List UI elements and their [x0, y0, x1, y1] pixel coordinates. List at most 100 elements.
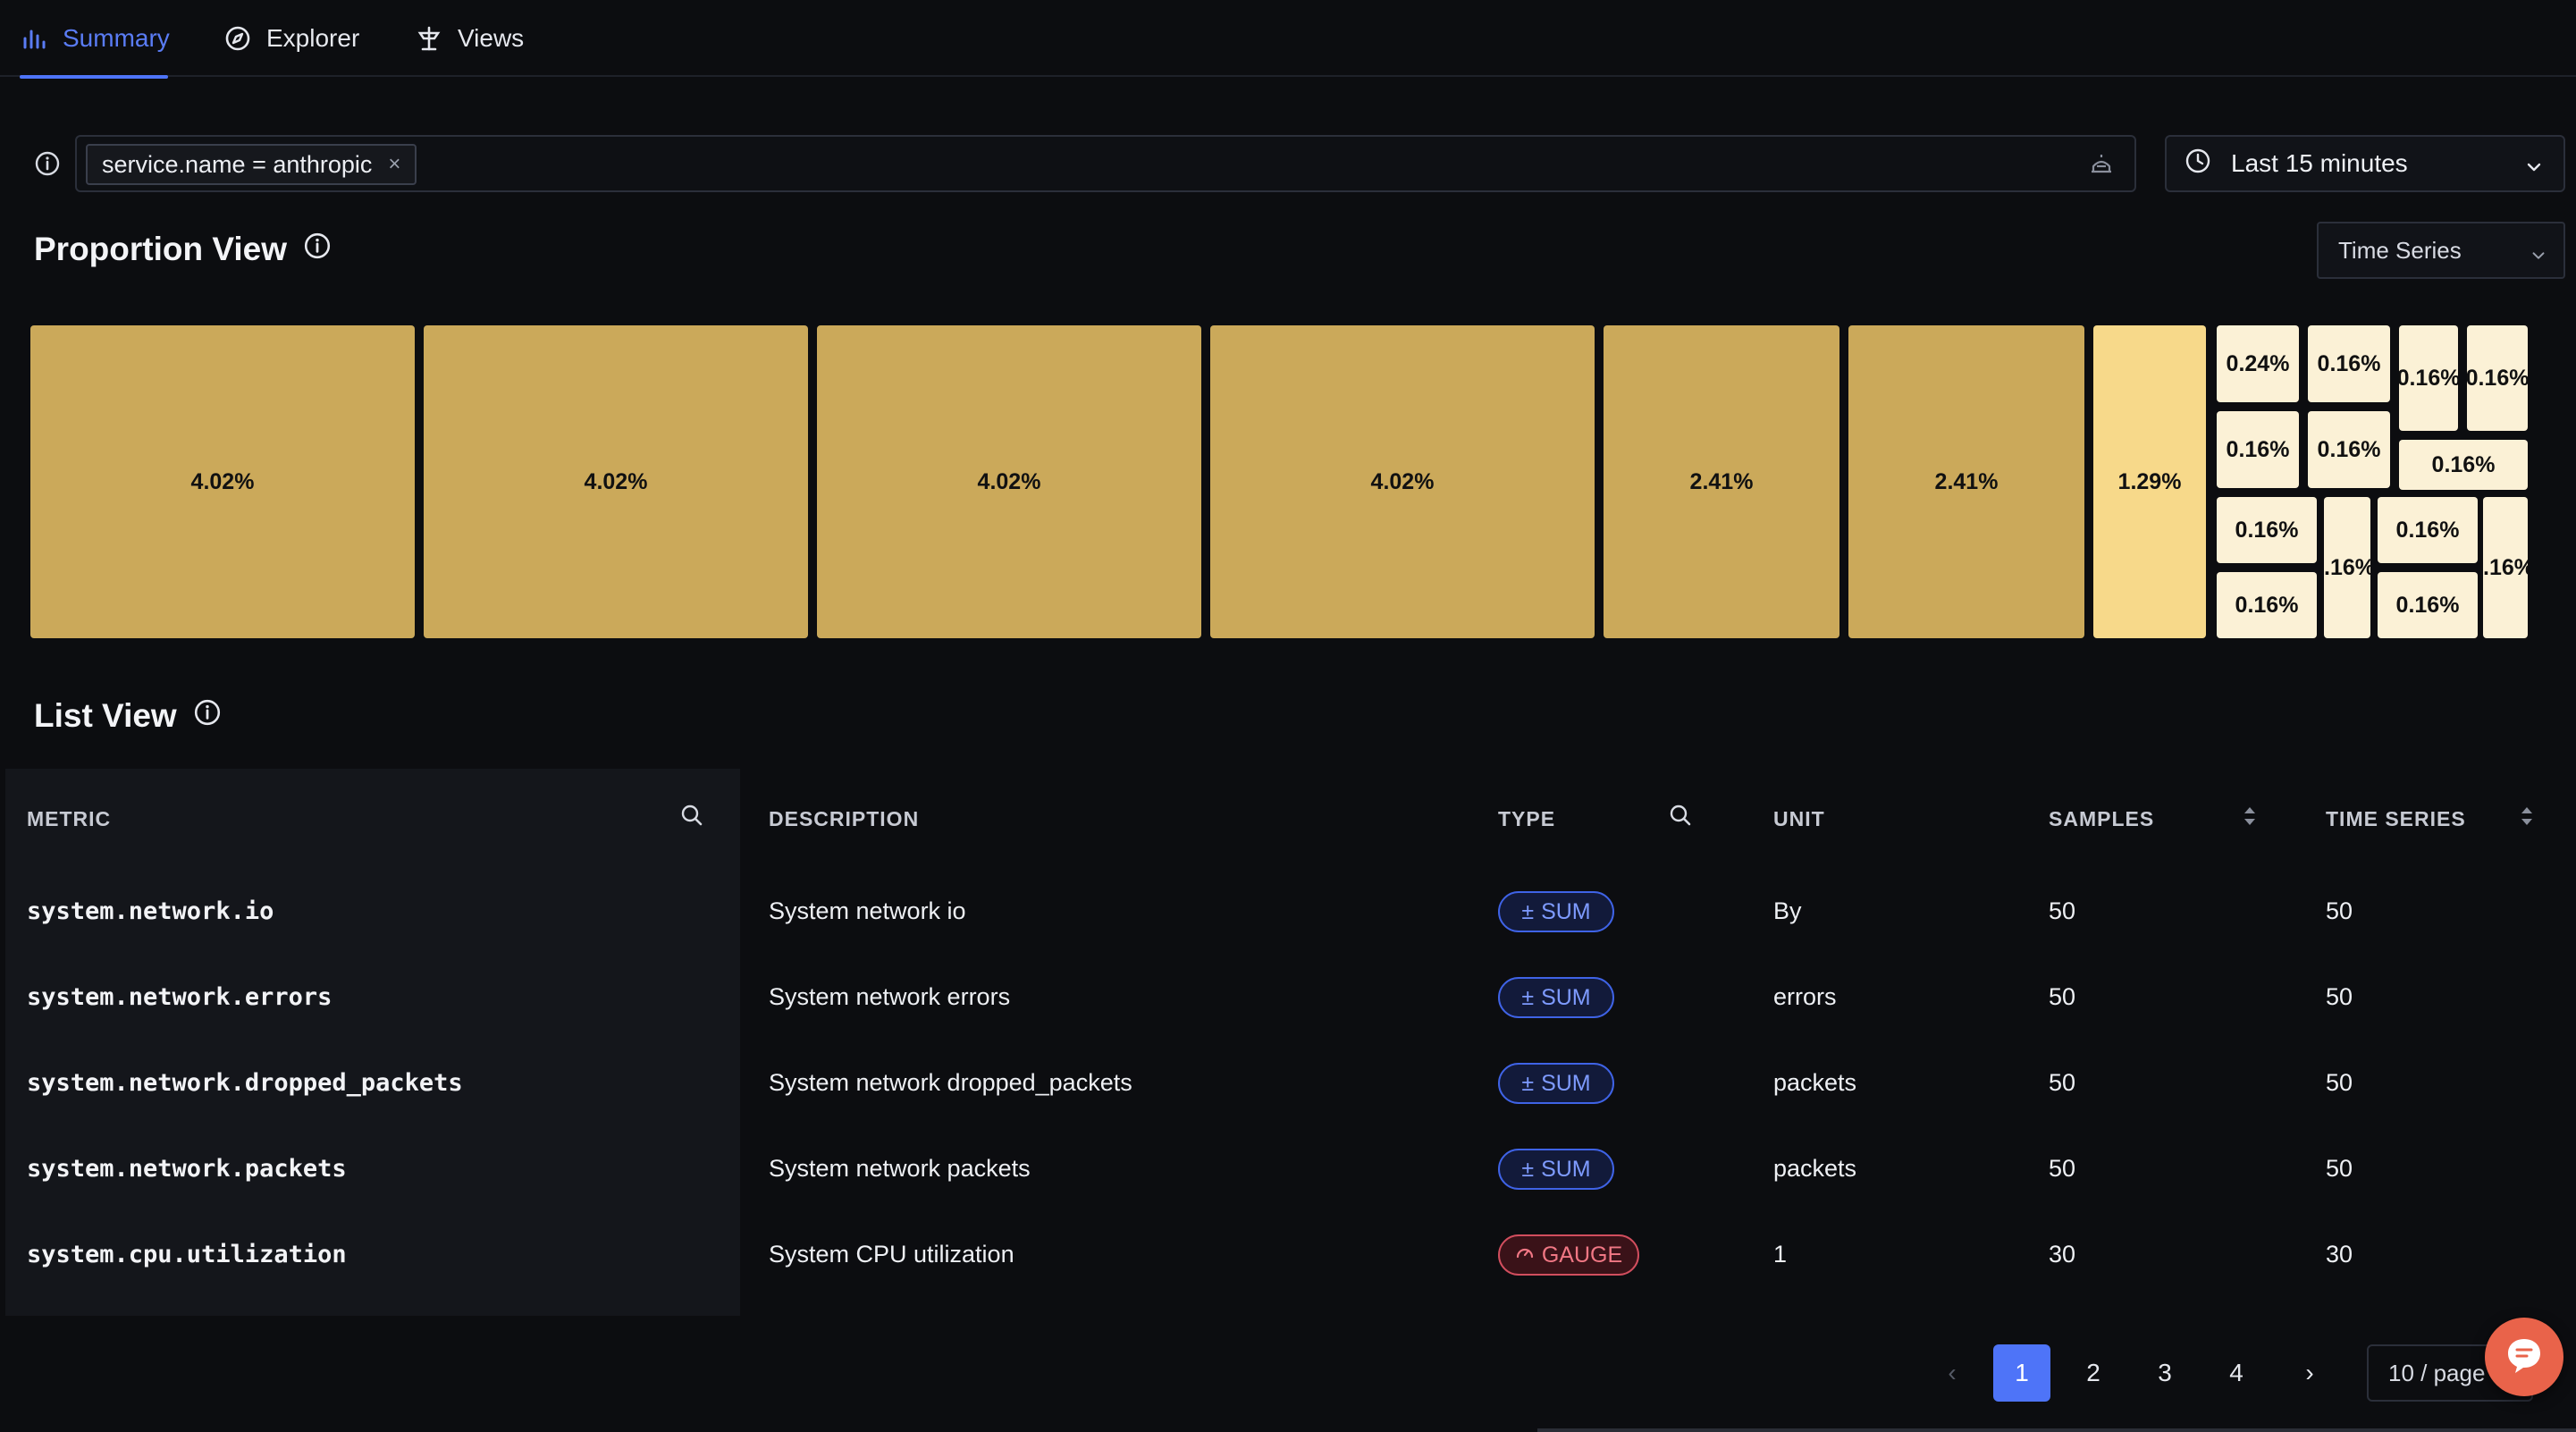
type-badge: ± SUM — [1498, 977, 1614, 1018]
metric-description: System network io — [769, 897, 966, 924]
treemap-cell[interactable]: 4.02% — [424, 325, 808, 638]
page-button-2[interactable]: 2 — [2065, 1344, 2122, 1402]
type-badge: ± SUM — [1498, 891, 1614, 932]
next-page-button[interactable]: › — [2281, 1344, 2338, 1402]
top-tabs: Summary Explorer Views — [0, 0, 2576, 79]
treemap-cell[interactable]: .16% — [2483, 497, 2528, 638]
column-header-time-series[interactable]: TIME SERIES — [2326, 807, 2466, 831]
type-label: SUM — [1541, 1070, 1591, 1096]
bottom-divider — [1537, 1428, 2576, 1432]
metric-name[interactable]: system.network.errors — [27, 983, 332, 1011]
type-badge: GAUGE — [1498, 1234, 1639, 1276]
proportion-view-heading: Proportion View — [34, 231, 332, 268]
treemap-cell[interactable]: 0.16% — [2467, 325, 2528, 431]
metric-samples: 50 — [2049, 897, 2076, 924]
metric-unit: packets — [1773, 1155, 1857, 1182]
tab-summary[interactable]: Summary — [20, 0, 170, 79]
filter-input[interactable]: service.name = anthropic × — [75, 135, 2136, 192]
column-header-metric: METRIC — [27, 807, 112, 830]
metric-description: System network errors — [769, 983, 1011, 1010]
treemap-cell[interactable]: 0.16% — [2378, 497, 2478, 563]
compass-icon — [223, 24, 252, 53]
prev-page-button[interactable]: ‹ — [1924, 1344, 1981, 1402]
metric-time-series: 30 — [2326, 1241, 2353, 1268]
plus-minus-icon: ± — [1521, 984, 1535, 1010]
filter-info-icon[interactable] — [34, 150, 61, 181]
page-button-4[interactable]: 4 — [2208, 1344, 2265, 1402]
treemap-cell[interactable]: 0.16% — [2399, 440, 2528, 490]
type-label: SUM — [1541, 984, 1591, 1010]
column-header-unit: UNIT — [1773, 807, 1825, 830]
treemap-cell[interactable]: 2.41% — [1848, 325, 2084, 638]
metric-samples: 50 — [2049, 1155, 2076, 1182]
gauge-icon — [1515, 1242, 1535, 1268]
treemap-cell[interactable]: 4.02% — [1210, 325, 1595, 638]
column-header-samples[interactable]: SAMPLES — [2049, 807, 2154, 831]
treemap-cell[interactable]: 0.16% — [2399, 325, 2458, 431]
clock-icon — [2185, 147, 2211, 181]
page-size-label: 10 / page — [2388, 1359, 2486, 1386]
chevron-down-icon — [2524, 155, 2544, 183]
metric-description: System network packets — [769, 1155, 1031, 1182]
column-header-description: DESCRIPTION — [769, 807, 920, 830]
type-badge: ± SUM — [1498, 1149, 1614, 1190]
treemap-cell[interactable]: 0.16% — [2308, 325, 2390, 402]
view-mode-label: Time Series — [2338, 236, 2462, 264]
time-range-label: Last 15 minutes — [2231, 149, 2408, 177]
metric-name[interactable]: system.network.packets — [27, 1155, 347, 1183]
list-view-title: List View — [34, 697, 177, 734]
treemap-cell[interactable]: 0.16% — [2217, 497, 2317, 563]
metric-samples: 30 — [2049, 1241, 2076, 1268]
time-range-select[interactable]: Last 15 minutes — [2165, 135, 2565, 192]
treemap-cell[interactable]: 0.16% — [2378, 572, 2478, 638]
metric-description: System network dropped_packets — [769, 1069, 1132, 1096]
metric-description: System CPU utilization — [769, 1241, 1014, 1268]
type-badge: ± SUM — [1498, 1063, 1614, 1104]
treemap-cell[interactable]: 1.29% — [2093, 325, 2206, 638]
proportion-info-icon[interactable] — [303, 231, 332, 268]
tab-views-label: Views — [458, 24, 525, 52]
metric-unit: errors — [1773, 983, 1837, 1010]
view-mode-select[interactable]: Time Series — [2317, 222, 2565, 279]
treemap-cell[interactable]: 0.16% — [2217, 572, 2317, 638]
page-button-3[interactable]: 3 — [2136, 1344, 2193, 1402]
type-label: GAUGE — [1541, 1242, 1623, 1268]
metric-name[interactable]: system.cpu.utilization — [27, 1241, 347, 1268]
metric-samples: 50 — [2049, 983, 2076, 1010]
close-icon[interactable]: × — [388, 152, 400, 177]
metric-unit: packets — [1773, 1069, 1857, 1096]
treemap-cell[interactable]: 0.24% — [2217, 325, 2299, 402]
metric-column-background — [5, 769, 740, 1316]
sort-icon[interactable] — [2242, 804, 2258, 832]
metric-samples: 50 — [2049, 1069, 2076, 1096]
list-view-heading: List View — [34, 697, 222, 735]
metric-name[interactable]: system.network.io — [27, 897, 274, 925]
tab-summary-label: Summary — [63, 24, 170, 52]
treemap-cell[interactable]: 4.02% — [817, 325, 1201, 638]
query-builder-icon[interactable] — [2088, 152, 2115, 181]
treemap-cell[interactable]: .16% — [2324, 497, 2370, 638]
list-info-icon[interactable] — [193, 697, 222, 735]
metric-time-series: 50 — [2326, 1069, 2353, 1096]
page-button-1[interactable]: 1 — [1993, 1344, 2050, 1402]
type-label: SUM — [1541, 898, 1591, 924]
plus-minus-icon: ± — [1521, 898, 1535, 924]
tab-views[interactable]: Views — [415, 0, 524, 77]
treemap-cell[interactable]: 0.16% — [2308, 411, 2390, 488]
plus-minus-icon: ± — [1521, 1156, 1535, 1182]
treemap-cell[interactable]: 2.41% — [1604, 325, 1839, 638]
metric-time-series: 50 — [2326, 897, 2353, 924]
metric-time-series: 50 — [2326, 1155, 2353, 1182]
metric-name[interactable]: system.network.dropped_packets — [27, 1069, 463, 1097]
filter-chip[interactable]: service.name = anthropic × — [86, 144, 417, 185]
tab-explorer-label: Explorer — [266, 24, 360, 52]
tab-explorer[interactable]: Explorer — [223, 0, 359, 77]
search-icon[interactable] — [1668, 803, 1693, 832]
treemap-cell[interactable]: 0.16% — [2217, 411, 2299, 488]
chat-support-button[interactable] — [2485, 1318, 2563, 1396]
treemap-cell[interactable]: 4.02% — [30, 325, 415, 638]
sort-icon[interactable] — [2519, 804, 2535, 832]
column-header-type: TYPE — [1498, 807, 1556, 830]
chat-icon — [2502, 1333, 2547, 1382]
search-icon[interactable] — [679, 803, 704, 832]
